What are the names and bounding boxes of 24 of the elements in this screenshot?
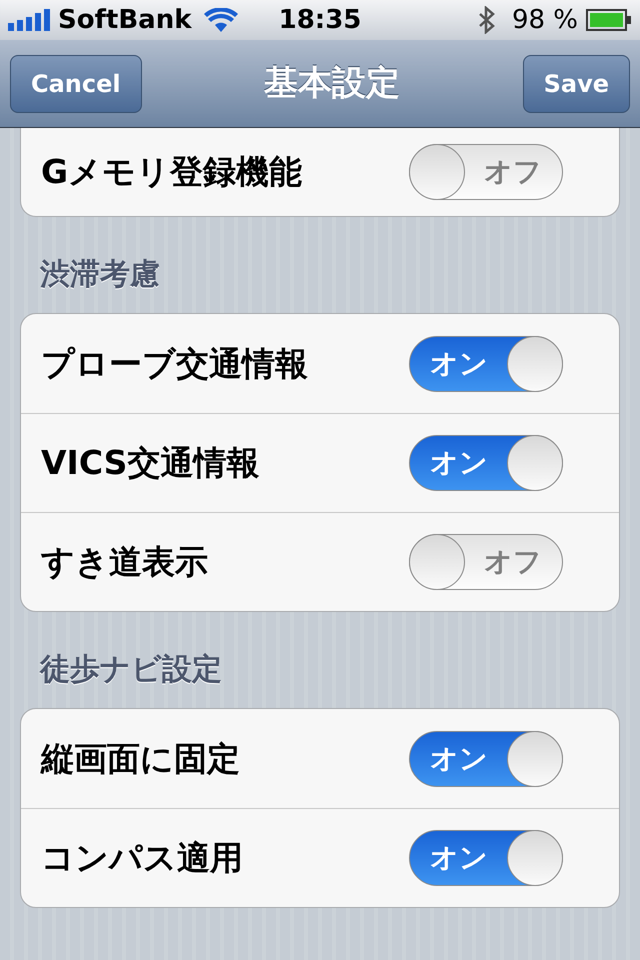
toggle-switch[interactable]: オン: [409, 435, 563, 491]
toggle-switch[interactable]: オフ: [409, 534, 563, 590]
battery-icon: [586, 9, 632, 31]
toggle-switch[interactable]: オン: [409, 830, 563, 886]
bluetooth-icon: [478, 6, 496, 34]
clock-time: 18:35: [278, 4, 362, 36]
signal-icon: [8, 9, 50, 31]
toggle-switch[interactable]: オン: [409, 336, 563, 392]
carrier-name: SoftBank: [58, 4, 192, 36]
toggle-switch[interactable]: オフ: [409, 144, 563, 200]
setting-label: VICS交通情報: [41, 442, 260, 484]
wifi-icon: [204, 8, 238, 32]
battery-percent: 98 %: [512, 4, 578, 36]
screen-title: 基本設定: [264, 62, 400, 105]
section-header: 渋滞考慮: [38, 256, 161, 294]
setting-label: コンパス適用: [41, 837, 243, 880]
save-button[interactable]: Save: [522, 54, 630, 112]
setting-label: すき道表示: [41, 541, 208, 584]
setting-label: プローブ交通情報: [41, 342, 308, 385]
setting-label: 縦画面に固定: [41, 738, 240, 780]
toggle-switch[interactable]: オン: [409, 730, 563, 786]
setting-label: Gメモリ登録機能: [41, 151, 302, 194]
section-header: 徒歩ナビ設定: [38, 651, 223, 689]
cancel-button[interactable]: Cancel: [10, 54, 142, 112]
